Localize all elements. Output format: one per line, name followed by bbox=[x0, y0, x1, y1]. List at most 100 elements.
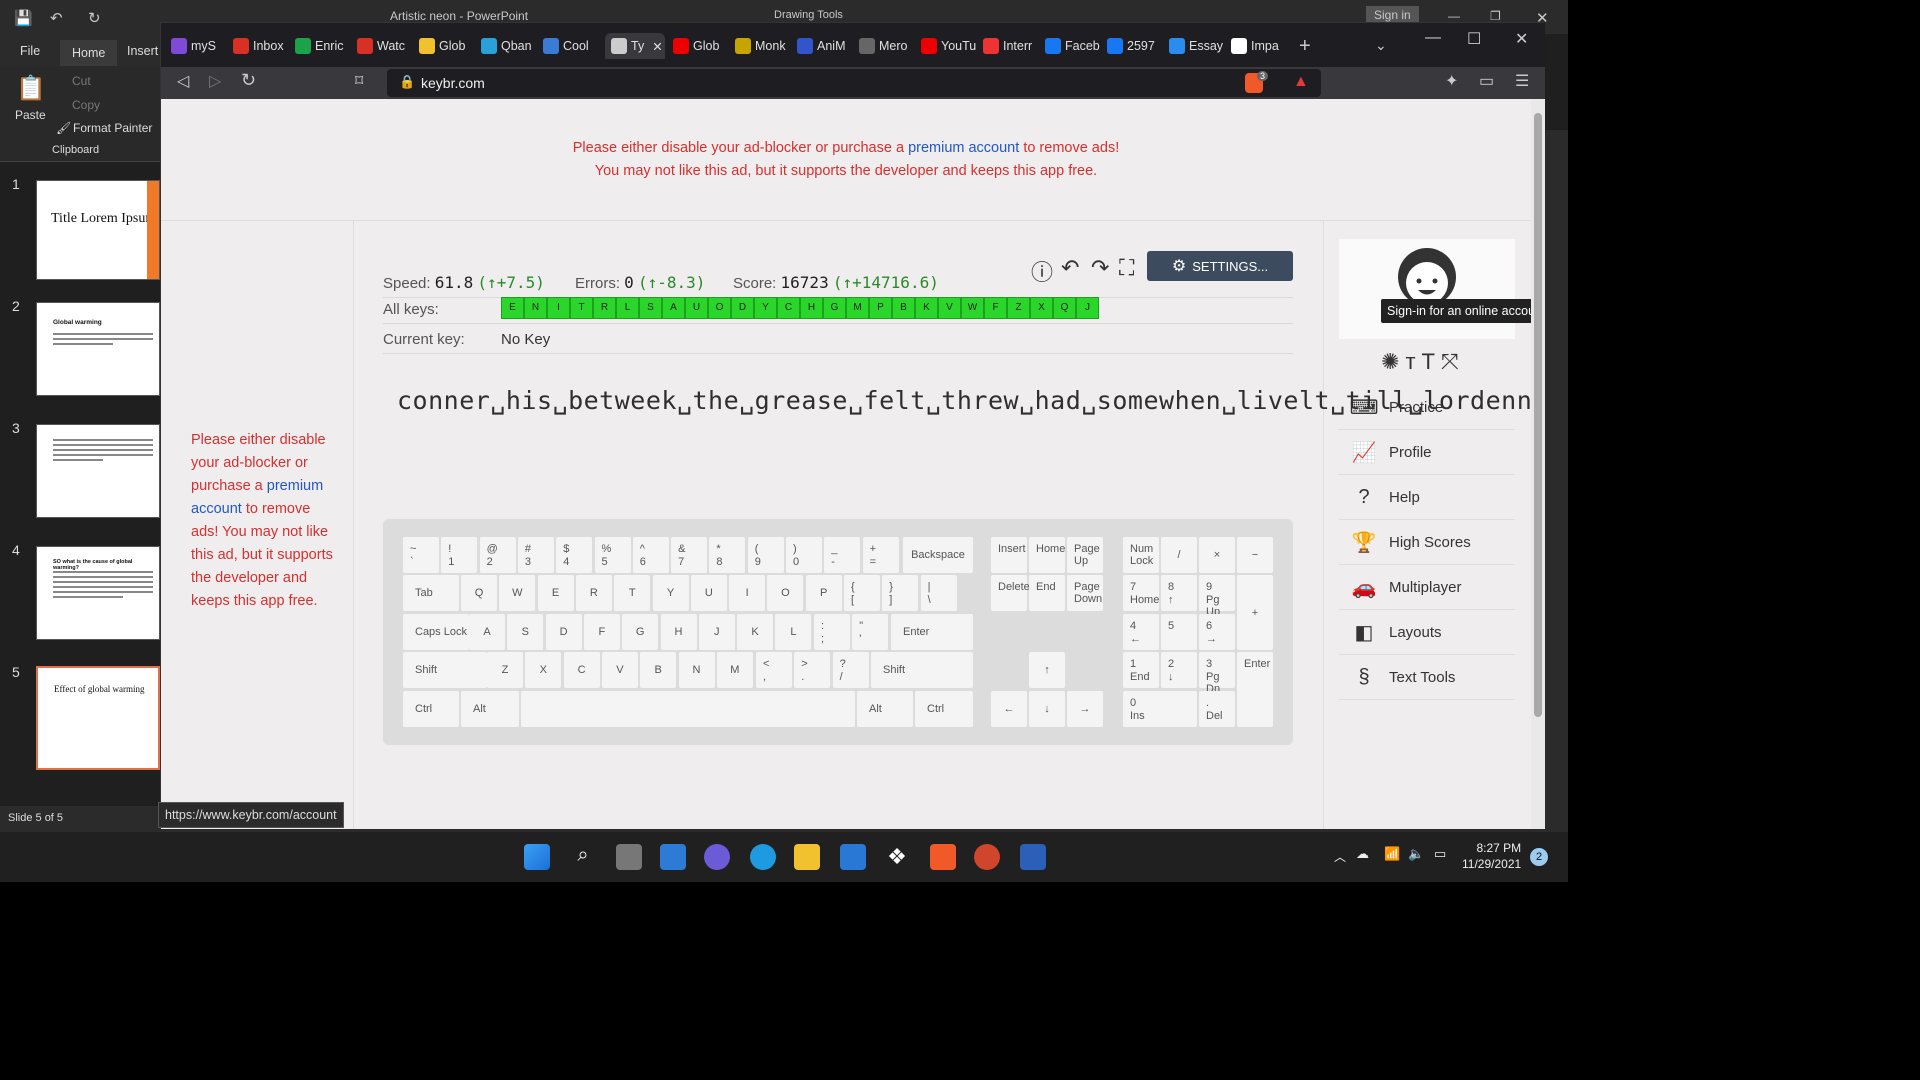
clock[interactable]: 8:27 PM 11/29/2021 bbox=[1462, 840, 1521, 872]
keyboard-key[interactable]: U bbox=[690, 575, 727, 611]
page-scrollbar[interactable] bbox=[1531, 99, 1545, 829]
keyboard-key[interactable]: V bbox=[601, 652, 638, 688]
sidebar-item-multiplayer[interactable]: 🚗 Multiplayer bbox=[1339, 565, 1515, 610]
keyboard-key[interactable]: X bbox=[525, 652, 562, 688]
keyboard-key[interactable]: J bbox=[698, 614, 735, 650]
word-icon[interactable] bbox=[1020, 844, 1046, 870]
mail-icon[interactable] bbox=[840, 844, 866, 870]
slide-thumbnail-5[interactable]: Effect of global warming bbox=[36, 666, 160, 770]
fullscreen-icon[interactable]: ⛶ bbox=[1119, 255, 1134, 281]
browser-tab[interactable]: Glob bbox=[673, 33, 731, 59]
maximize-icon[interactable]: ☐ bbox=[1467, 29, 1481, 49]
battery-icon[interactable]: ▭ bbox=[1434, 846, 1446, 862]
keyboard-key[interactable]: }] bbox=[882, 575, 919, 611]
page-up-key[interactable]: Page Up bbox=[1067, 537, 1103, 573]
numpad-multiply-key[interactable]: × bbox=[1199, 537, 1235, 573]
browser-tab[interactable]: Inbox bbox=[233, 33, 291, 59]
keyboard-key[interactable]: ~ ` bbox=[403, 537, 439, 573]
tab-home[interactable]: Home bbox=[60, 40, 118, 66]
keyboard-key[interactable]: @2 bbox=[479, 537, 516, 573]
sidebar-item-help[interactable]: ? Help bbox=[1339, 475, 1515, 520]
browser-tab[interactable]: Qban bbox=[481, 33, 539, 59]
copy-button[interactable]: Copy bbox=[72, 98, 100, 112]
powerpoint-icon[interactable] bbox=[974, 844, 1000, 870]
dropbox-icon[interactable]: ❖ bbox=[884, 844, 910, 870]
browser-tab[interactable]: YouTu bbox=[921, 33, 979, 59]
arrow-down-key[interactable]: ↓ bbox=[1029, 691, 1065, 727]
paste-icon[interactable]: 📋 bbox=[16, 74, 46, 103]
browser-tab[interactable]: Essay bbox=[1169, 33, 1227, 59]
task-view-icon[interactable] bbox=[616, 844, 642, 870]
numpad-6-key[interactable]: 6 → bbox=[1199, 614, 1235, 650]
keyboard-key[interactable]: L bbox=[775, 614, 812, 650]
close-window-icon[interactable]: ✕ bbox=[1515, 29, 1528, 49]
numpad-minus-key[interactable]: − bbox=[1237, 537, 1273, 573]
extensions-icon[interactable]: ✦ bbox=[1445, 71, 1458, 91]
tray-chevron-icon[interactable]: ︿ bbox=[1334, 848, 1346, 865]
keyboard-key[interactable]: :; bbox=[814, 614, 850, 650]
keyboard-key[interactable]: | \ bbox=[920, 575, 957, 611]
browser-tab[interactable]: Faceb bbox=[1045, 33, 1103, 59]
url-text[interactable]: keybr.com bbox=[421, 75, 485, 91]
numpad-9-key[interactable]: 9 Pg Up bbox=[1199, 575, 1235, 618]
keyboard-key[interactable]: A bbox=[469, 614, 505, 650]
browser-tab[interactable]: myS bbox=[171, 33, 229, 59]
keyboard-key[interactable]: I bbox=[729, 575, 766, 611]
keyboard-key[interactable]: N bbox=[678, 652, 715, 688]
start-icon[interactable] bbox=[524, 844, 550, 870]
sidebar-item-text-tools[interactable]: § Text Tools bbox=[1339, 655, 1515, 700]
scrollbar-thumb[interactable] bbox=[1534, 113, 1542, 717]
font-size-icon[interactable]: ᴛT bbox=[1405, 349, 1441, 374]
menu-icon[interactable]: ☰ bbox=[1515, 71, 1529, 91]
keyboard-key[interactable]: Q bbox=[461, 575, 497, 611]
keyboard-key[interactable]: H bbox=[660, 614, 697, 650]
redo-icon[interactable]: ↻ bbox=[88, 9, 101, 27]
numpad-8-key[interactable]: 8 ↑ bbox=[1161, 575, 1197, 611]
address-bar[interactable]: 🔒 keybr.com 3 ▲ bbox=[387, 69, 1321, 97]
keyboard-key[interactable]: O bbox=[767, 575, 804, 611]
right-ctrl-key[interactable]: Ctrl bbox=[915, 691, 973, 727]
left-alt-key[interactable]: Alt bbox=[461, 691, 519, 727]
back-icon[interactable]: ◁ bbox=[177, 71, 189, 91]
browser-tab[interactable]: Ty ✕ bbox=[605, 33, 665, 59]
numpad-2-key[interactable]: 2 ↓ bbox=[1161, 652, 1197, 688]
space-key[interactable] bbox=[521, 691, 855, 727]
theme-icon[interactable]: ✺ bbox=[1381, 349, 1405, 374]
numpad-0-key[interactable]: 0 Ins bbox=[1123, 691, 1197, 727]
arrow-up-key[interactable]: ↑ bbox=[1029, 652, 1065, 688]
wallet-icon[interactable]: ▭ bbox=[1479, 71, 1494, 91]
numpad-3-key[interactable]: 3 Pg Dn bbox=[1199, 652, 1235, 695]
browser-tab[interactable]: Impa bbox=[1231, 33, 1289, 59]
file-explorer-icon[interactable] bbox=[794, 844, 820, 870]
browser-tab[interactable]: AniM bbox=[797, 33, 855, 59]
left-ctrl-key[interactable]: Ctrl bbox=[403, 691, 459, 727]
keyboard-key[interactable]: M bbox=[716, 652, 753, 688]
browser-tab[interactable]: Interr bbox=[983, 33, 1041, 59]
tab-search-icon[interactable]: ⌄ bbox=[1375, 37, 1387, 54]
tab-key[interactable]: Tab bbox=[403, 575, 459, 611]
page-down-key[interactable]: Page Down bbox=[1067, 575, 1103, 611]
keyboard-key[interactable]: _ - bbox=[824, 537, 861, 573]
slide-thumbnail-2[interactable]: Global warming bbox=[36, 302, 160, 396]
keyboard-key[interactable]: S bbox=[507, 614, 544, 650]
restore-icon[interactable]: ❐ bbox=[1490, 9, 1501, 23]
keyboard-key[interactable]: ? / bbox=[832, 652, 869, 688]
keyboard-key[interactable]: K bbox=[737, 614, 774, 650]
keyboard-key[interactable]: " ' bbox=[852, 614, 889, 650]
notification-badge[interactable]: 2 bbox=[1530, 848, 1548, 866]
volume-icon[interactable]: 🔈 bbox=[1408, 846, 1424, 862]
keyboard-key[interactable]: E bbox=[537, 575, 574, 611]
browser-tab[interactable]: Mero bbox=[859, 33, 917, 59]
onedrive-icon[interactable]: ☁ bbox=[1356, 846, 1369, 862]
keyboard-key[interactable]: Z bbox=[487, 652, 523, 688]
avatar-icon[interactable] bbox=[1339, 239, 1515, 339]
numpad-7-key[interactable]: 7 Home bbox=[1123, 575, 1159, 611]
redo-icon[interactable]: ↷ bbox=[1091, 255, 1109, 281]
keyboard-key[interactable]: C bbox=[563, 652, 600, 688]
keyboard-key[interactable]: ) 0 bbox=[786, 537, 822, 573]
right-shift-key[interactable]: Shift bbox=[871, 652, 973, 688]
sidebar-item-profile[interactable]: 📈 Profile bbox=[1339, 430, 1515, 475]
expand-icon[interactable]: ⤧ bbox=[1441, 349, 1465, 374]
keyboard-key[interactable]: {[ bbox=[844, 575, 880, 611]
tab-insert[interactable]: Insert bbox=[127, 44, 158, 58]
